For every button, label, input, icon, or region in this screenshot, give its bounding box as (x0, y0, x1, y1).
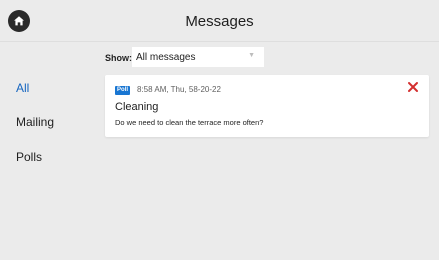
filter-label: Show: (105, 53, 132, 63)
message-timestamp: 8:58 AM, Thu, 58-20-22 (137, 85, 221, 94)
chevron-down-icon: ▼ (248, 52, 255, 59)
page-title: Messages (185, 13, 254, 30)
message-title: Cleaning (115, 101, 159, 113)
sidebar-item-mailing[interactable]: Mailing (16, 115, 54, 129)
sidebar-item-all[interactable]: All (16, 81, 29, 95)
app-window: Messages All Mailing Polls Show: All mes… (0, 0, 439, 260)
filter-selected-value: All messages (136, 51, 196, 63)
message-body: Do we need to clean the terrace more oft… (115, 118, 264, 127)
close-icon (408, 82, 418, 92)
close-button[interactable] (406, 80, 420, 94)
message-type-badge: Poll (115, 86, 131, 95)
header-bar: Messages (0, 0, 439, 42)
sidebar-item-polls[interactable]: Polls (16, 150, 42, 164)
filter-select[interactable]: All messages ▼ (132, 47, 264, 67)
message-card[interactable]: Poll 8:58 AM, Thu, 58-20-22 Cleaning Do … (105, 75, 429, 137)
